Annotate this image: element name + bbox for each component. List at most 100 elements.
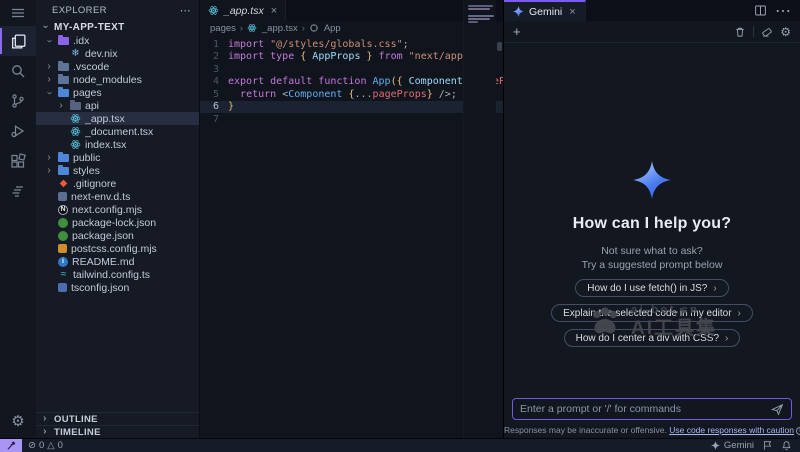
status-bar: ⊘ 0 △ 0 Gemini [0,438,800,452]
tree-item-dev.nix[interactable]: ❄dev.nix [36,47,199,60]
statusbar-gemini[interactable]: Gemini [711,440,754,451]
gemini-settings-icon[interactable]: ⚙ [780,26,791,38]
file-label: postcss.config.mjs [71,243,157,255]
extensions-icon[interactable] [0,146,36,176]
tree-item-README.md[interactable]: iREADME.md [36,255,199,268]
split-editor-icon[interactable] [754,4,767,17]
problems-indicator[interactable]: ⊘ 0 △ 0 [22,440,63,451]
tab-app-tsx[interactable]: _app.tsx × [200,0,286,21]
folder-icon [58,63,69,71]
folder-icon [70,102,81,110]
chevron-icon: › [44,62,54,72]
tree-item-styles[interactable]: ›styles [36,164,199,177]
code-line-6[interactable]: 6} [200,101,503,114]
editor-scrollbar[interactable] [496,0,503,438]
file-icon [58,244,67,253]
react-icon [70,139,81,150]
new-chat-button[interactable]: + [513,25,521,38]
tree-item-.idx[interactable]: ›.idx [36,34,199,47]
code-line-7[interactable]: 7 [200,113,503,126]
folder-icon [58,89,69,97]
tree-item-next-env.d.ts[interactable]: next-env.d.ts [36,190,199,203]
vscode-window: ⚙ EXPLORER ⋯ › MY-APP-TEXT ›.idx❄dev.nix… [0,0,800,452]
gemini-tab-bar: Gemini × ⋯ [504,0,800,21]
tree-item-index.tsx[interactable]: index.tsx [36,138,199,151]
search-icon[interactable] [0,56,36,86]
tree-item-node_modules[interactable]: ›node_modules [36,73,199,86]
send-icon[interactable] [771,403,784,416]
editor-tab-bar: _app.tsx × ⋯ [200,0,503,21]
tab-gemini[interactable]: Gemini × [504,0,586,21]
chevron-icon: › [44,153,54,163]
tree-item-.vscode[interactable]: › .vscode [36,60,199,73]
explorer-more-actions-icon[interactable]: ⋯ [180,4,191,17]
root-folder-label: MY-APP-TEXT [54,22,125,33]
bell-icon[interactable] [781,440,792,451]
file-label: .vscode [73,61,109,73]
tree-item-next.config.mjs[interactable]: Nnext.config.mjs [36,203,199,216]
more-actions-icon[interactable]: ⋯ [775,1,791,21]
tree-item-.gitignore[interactable]: ◆.gitignore [36,177,199,190]
suggested-prompt-1[interactable]: How do I use fetch() in JS?› [575,279,728,297]
run-debug-icon[interactable] [0,116,36,146]
tree-item-package-lock.json[interactable]: package-lock.json [36,216,199,229]
delete-chat-icon[interactable] [734,26,746,38]
file-label: styles [73,165,100,177]
minimap[interactable] [463,0,496,438]
line-number: 7 [200,114,228,125]
errors-icon: ⊘ [28,440,36,451]
file-icon: ◆ [58,178,69,189]
tree-item-pages[interactable]: ›pages [36,86,199,99]
code-line-5[interactable]: 5 return <Component {...pageProps} />; [200,88,503,101]
react-icon [208,5,219,16]
code-line-2[interactable]: 2import type { AppProps } from "next/app… [200,51,503,64]
file-tree: ›.idx❄dev.nix›.vscode›node_modules›pages… [36,34,199,412]
file-icon [58,231,68,241]
caution-link[interactable]: Use code responses with caution [669,425,794,435]
prompt-input[interactable] [520,403,771,415]
activity-bar: ⚙ [0,0,36,438]
code-line-1[interactable]: 1import "@/styles/globals.css"; [200,38,503,51]
prompt-input-container [512,398,792,420]
info-icon: i [796,427,800,435]
tree-item-_document.tsx[interactable]: _document.tsx [36,125,199,138]
warnings-count: 0 [58,440,63,451]
tree-root-folder[interactable]: › MY-APP-TEXT [36,20,199,34]
file-label: public [73,152,100,164]
layers-icon[interactable] [0,176,36,206]
code-area[interactable]: 1import "@/styles/globals.css";2import t… [200,35,503,438]
suggested-prompt-3[interactable]: How do I center a div with CSS?› [564,329,741,347]
tree-item-tailwind.config.ts[interactable]: ≈tailwind.config.ts [36,268,199,281]
file-label: index.tsx [85,139,126,151]
tree-item-package.json[interactable]: package.json [36,229,199,242]
file-label: next.config.mjs [72,204,142,216]
chevron-icon: › [44,75,54,85]
settings-gear-icon[interactable]: ⚙ [0,404,36,438]
suggested-prompt-2[interactable]: Explain the selected code in my editor› [551,304,753,322]
source-control-icon[interactable] [0,86,36,116]
tree-item-_app.tsx[interactable]: _app.tsx [36,112,199,125]
gemini-subtitle: Not sure what to ask? Try a suggested pr… [504,244,800,272]
file-label: package.json [72,230,134,242]
code-line-3[interactable]: 3 [200,63,503,76]
chevron-right-icon: › [40,414,50,424]
eraser-icon[interactable] [761,26,773,38]
explorer-icon[interactable] [0,26,36,56]
tree-item-postcss.config.mjs[interactable]: postcss.config.mjs [36,242,199,255]
close-icon[interactable]: × [271,5,277,17]
close-icon[interactable]: × [569,6,575,18]
timeline-section[interactable]: › TIMELINE [36,425,199,438]
file-icon: ≈ [58,269,69,280]
breadcrumb[interactable]: pages › _app.tsx › App [200,21,503,35]
chevron-right-icon: › [40,427,50,437]
tree-item-public[interactable]: › public [36,151,199,164]
outline-section[interactable]: › OUTLINE [36,412,199,425]
code-line-4[interactable]: 4export default function App({ Component… [200,76,503,89]
tree-item-tsconfig.json[interactable]: tsconfig.json [36,281,199,294]
remote-indicator[interactable] [0,439,22,452]
file-label: .idx [73,35,89,47]
feedback-icon[interactable] [762,440,773,451]
menu-icon[interactable] [0,0,36,26]
chevron-right-icon: › [738,308,741,319]
tree-item-api[interactable]: ›api [36,99,199,112]
